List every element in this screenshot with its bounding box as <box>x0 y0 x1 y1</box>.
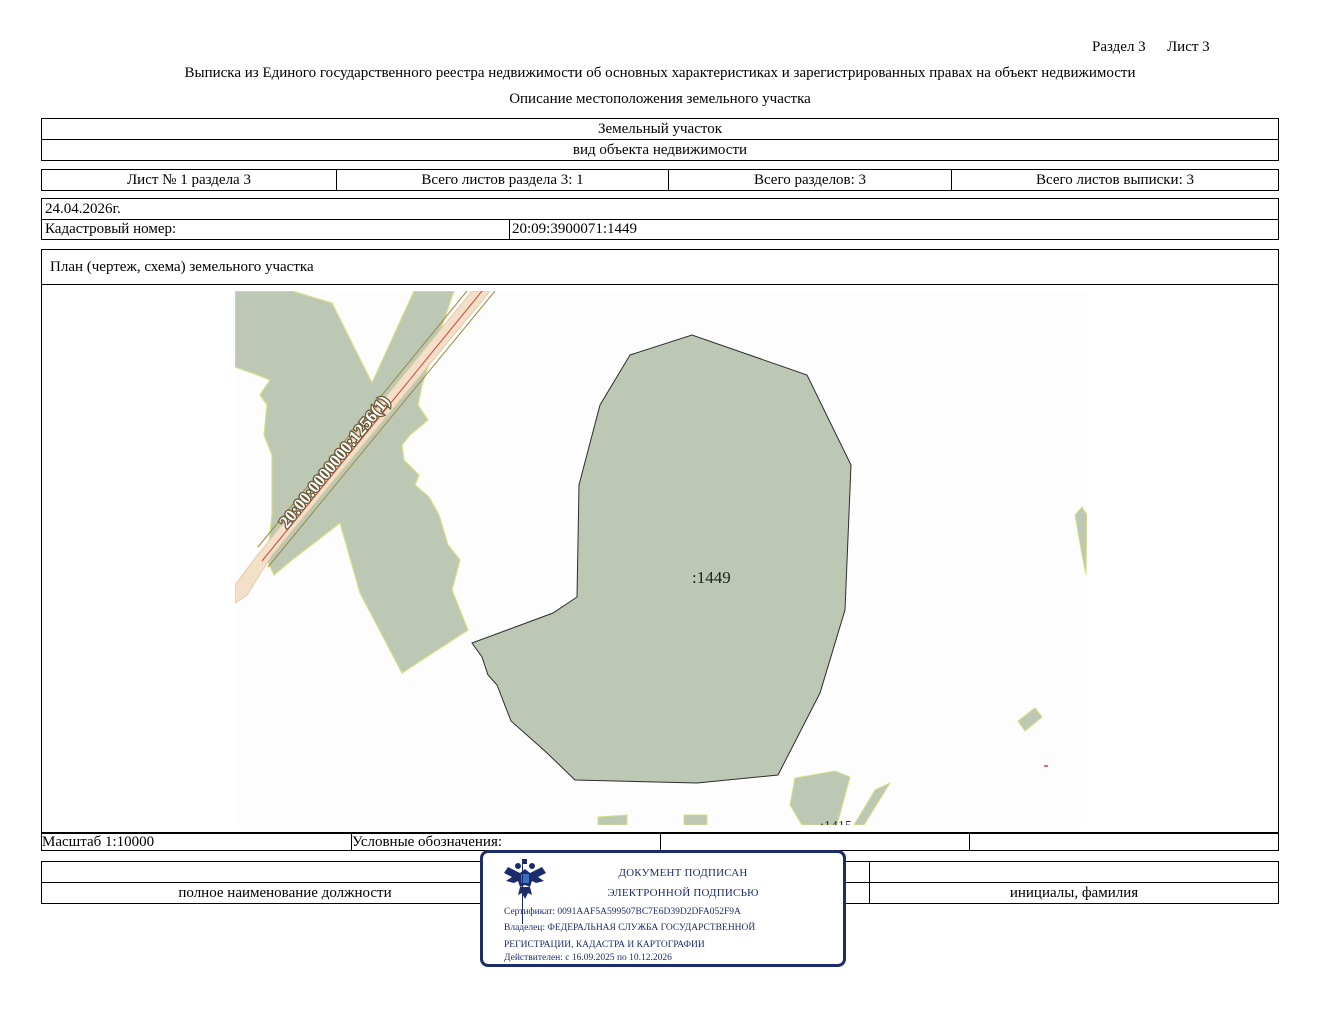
sheet-no-cell: Лист № 1 раздела 3 <box>42 170 337 190</box>
partial-parcel-label: :1415 <box>820 819 852 833</box>
document-title: Выписка из Единого государственного реес… <box>184 65 1136 81</box>
cadastral-number: 20:09:3900071:1449 <box>512 221 638 237</box>
document-subtitle: Описание местоположения земельного участ… <box>509 91 811 107</box>
divider-2 <box>660 833 661 850</box>
object-type-caption: вид объекта недвижимости <box>572 142 748 158</box>
sheets-info-row: Лист № 1 раздела 3 Всего листов раздела … <box>41 169 1279 191</box>
electronic-signature-stamp: ДОКУМЕНТ ПОДПИСАН ЭЛЕКТРОННОЙ ПОДПИСЬЮ С… <box>480 850 846 967</box>
object-type-value: Земельный участок <box>42 119 1278 140</box>
legend-label: Условные обозначения: <box>352 834 503 850</box>
scale-legend-row: Масштаб 1:10000 Условные обозначения: <box>41 832 1279 851</box>
plan-title-box: План (чертеж, схема) земельного участка <box>41 249 1279 285</box>
scale-label: Масштаб 1:10000 <box>42 834 155 850</box>
stamp-validity: Действителен: с 16.09.2025 по 10.12.2026 <box>504 953 672 963</box>
plan-title: План (чертеж, схема) земельного участка <box>50 259 314 275</box>
extract-sheets-cell: Всего листов выписки: 3 <box>1036 171 1194 188</box>
divider-3 <box>969 833 970 850</box>
cadastral-label: Кадастровый номер: <box>45 221 177 237</box>
sheets-in-section-cell: Всего листов раздела 3: 1 <box>337 170 669 190</box>
double-headed-eagle-emblem-icon <box>504 859 546 899</box>
name-caption: инициалы, фамилия <box>1009 885 1139 901</box>
stamp-line-2: ЭЛЕКТРОННОЙ ПОДПИСЬЮ <box>607 887 759 899</box>
cadastral-row: Кадастровый номер: 20:09:3900071:1449 <box>42 219 1278 239</box>
position-caption: полное наименование должности <box>178 885 392 901</box>
section-number: Раздел 3 <box>1092 39 1146 55</box>
object-type-table: Земельный участок вид объекта недвижимос… <box>41 118 1279 161</box>
stamp-line-1: ДОКУМЕНТ ПОДПИСАН <box>618 867 748 879</box>
stamp-owner-line-1: Владелец: ФЕДЕРАЛЬНАЯ СЛУЖБА ГОСУДАРСТВЕ… <box>504 923 756 933</box>
sections-total-cell: Всего разделов: 3 <box>669 170 952 190</box>
cadastral-divider <box>509 219 510 239</box>
stamp-certificate: Сертификат: 0091AAF5A599507BC7E6D39D2DFA… <box>504 907 741 917</box>
parcel-map: :1449 20:00:0000000:1256(1) :1415 <box>235 291 1087 833</box>
sheet-number: Лист 3 <box>1167 39 1210 55</box>
extract-date: 24.04.2026г. <box>42 199 1278 220</box>
stamp-owner-line-2: РЕГИСТРАЦИИ, КАДАСТРА И КАРТОГРАФИИ <box>504 940 705 950</box>
meta-table: 24.04.2026г. Кадастровый номер: 20:09:39… <box>41 198 1279 240</box>
parcel-number-label: :1449 <box>692 568 731 587</box>
